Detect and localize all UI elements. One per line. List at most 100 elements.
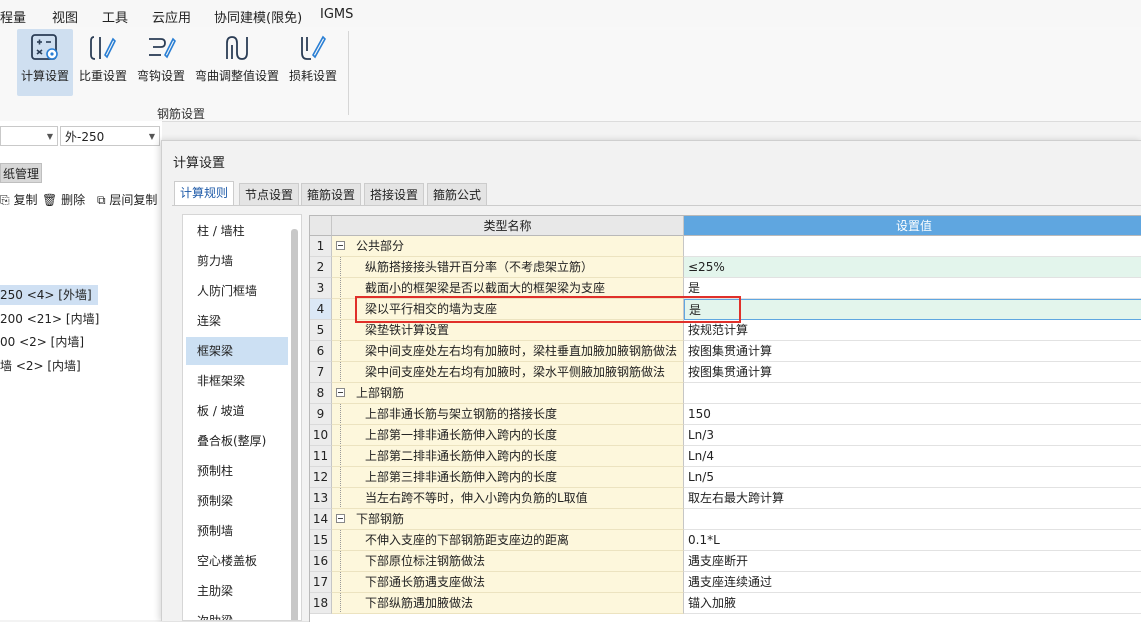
category-item[interactable]: 次肋梁 bbox=[186, 607, 288, 620]
grid-row[interactable]: 15 不伸入支座的下部钢筋距支座边的距离 0.1*L bbox=[310, 530, 1141, 551]
grid-row[interactable]: 17 下部通长筋遇支座做法 遇支座连续通过 bbox=[310, 572, 1141, 593]
component-combo[interactable]: 外-250 ▼ bbox=[60, 126, 160, 146]
tree-line bbox=[340, 572, 342, 592]
category-item-selected[interactable]: 框架梁 bbox=[186, 337, 288, 365]
row-value[interactable] bbox=[684, 383, 1141, 404]
menu-item-quantity[interactable]: 程量 bbox=[0, 7, 26, 26]
collapse-icon[interactable] bbox=[336, 388, 345, 397]
tab-stirrup-settings[interactable]: 箍筋设置 bbox=[301, 183, 362, 205]
collapse-icon[interactable] bbox=[336, 241, 345, 250]
weight-settings-label: 比重设置 bbox=[78, 69, 127, 83]
row-value[interactable] bbox=[684, 509, 1141, 530]
floor-combo[interactable]: ▼ bbox=[0, 126, 58, 146]
grid-row[interactable]: 13 当左右跨不等时，伸入小跨内负筋的L取值 取左右最大跨计算 bbox=[310, 488, 1141, 509]
category-item[interactable]: 非框架梁 bbox=[186, 367, 288, 395]
category-item[interactable]: 人防门框墙 bbox=[186, 277, 288, 305]
row-name-cell: 上部钢筋 bbox=[332, 383, 684, 404]
row-name-cell: 公共部分 bbox=[332, 236, 684, 257]
tab-node-settings[interactable]: 节点设置 bbox=[239, 183, 300, 205]
tab-strip-divider bbox=[172, 205, 1141, 206]
hook-settings-button[interactable]: 弯钩设置 bbox=[133, 29, 189, 96]
row-value[interactable]: 按图集贯通计算 bbox=[684, 362, 1141, 383]
grid-row[interactable]: 11 上部第二排非通长筋伸入跨内的长度 Ln/4 bbox=[310, 446, 1141, 467]
floor-copy-button[interactable]: ⧉ 层间复制 bbox=[97, 191, 157, 208]
grid-row[interactable]: 7 梁中间支座处左右均有加腋时，梁水平侧腋加腋钢筋做法 按图集贯通计算 bbox=[310, 362, 1141, 383]
row-name-cell: 梁中间支座处左右均有加腋时，梁柱垂直加腋加腋钢筋做法 bbox=[332, 341, 684, 362]
delete-button[interactable]: 🗑 删除 bbox=[42, 191, 85, 208]
grid-row[interactable]: 5 梁垫铁计算设置 按规范计算 bbox=[310, 320, 1141, 341]
grid-row[interactable]: 12 上部第三排非通长筋伸入跨内的长度 Ln/5 bbox=[310, 467, 1141, 488]
drawing-management-tab[interactable]: 纸管理 bbox=[0, 163, 42, 183]
row-value[interactable]: 取左右最大跨计算 bbox=[684, 488, 1141, 509]
row-value[interactable]: 是 bbox=[684, 278, 1141, 299]
category-item[interactable]: 剪力墙 bbox=[186, 247, 288, 275]
category-item[interactable]: 空心楼盖板 bbox=[186, 547, 288, 575]
category-item[interactable]: 柱 / 墙柱 bbox=[186, 217, 288, 245]
tab-lap-settings[interactable]: 搭接设置 bbox=[364, 183, 425, 205]
grid-group-row[interactable]: 1 公共部分 bbox=[310, 236, 1141, 257]
menu-item-igms[interactable]: IGMS bbox=[320, 7, 353, 22]
collapse-icon[interactable] bbox=[336, 514, 345, 523]
category-item[interactable]: 连梁 bbox=[186, 307, 288, 335]
loss-settings-button[interactable]: 损耗设置 bbox=[286, 29, 340, 96]
row-value[interactable]: Ln/3 bbox=[684, 425, 1141, 446]
row-name: 不伸入支座的下部钢筋距支座边的距离 bbox=[365, 533, 570, 547]
row-value[interactable]: Ln/4 bbox=[684, 446, 1141, 467]
wall-list-item[interactable]: 墙 <2> [内墙] bbox=[0, 356, 87, 376]
row-value[interactable]: 按规范计算 bbox=[684, 320, 1141, 341]
row-name: 下部原位标注钢筋做法 bbox=[365, 554, 486, 568]
category-item[interactable]: 板 / 坡道 bbox=[186, 397, 288, 425]
row-number: 12 bbox=[310, 467, 332, 488]
row-number: 11 bbox=[310, 446, 332, 467]
row-value[interactable]: ≤25% bbox=[684, 257, 1141, 278]
tree-line bbox=[340, 362, 342, 382]
wall-list-item[interactable]: 250 <4> [外墙] bbox=[0, 285, 98, 305]
row-name: 上部非通长筋与架立钢筋的搭接长度 bbox=[365, 407, 558, 421]
category-scrollbar[interactable] bbox=[291, 229, 298, 620]
row-value[interactable]: 遇支座断开 bbox=[684, 551, 1141, 572]
grid-row[interactable]: 10 上部第一排非通长筋伸入跨内的长度 Ln/3 bbox=[310, 425, 1141, 446]
row-value[interactable]: 150 bbox=[684, 404, 1141, 425]
row-number: 6 bbox=[310, 341, 332, 362]
grid-row[interactable]: 2 纵筋搭接接头错开百分率（不考虑架立筋） ≤25% bbox=[310, 257, 1141, 278]
row-name: 下部钢筋 bbox=[356, 512, 405, 526]
menu-item-tools[interactable]: 工具 bbox=[102, 7, 128, 26]
row-value[interactable] bbox=[684, 236, 1141, 257]
row-value[interactable]: 是 bbox=[684, 299, 1141, 320]
row-value[interactable]: 遇支座连续通过 bbox=[684, 572, 1141, 593]
row-name-cell: 上部第一排非通长筋伸入跨内的长度 bbox=[332, 425, 684, 446]
grid-row[interactable]: 9 上部非通长筋与架立钢筋的搭接长度 150 bbox=[310, 404, 1141, 425]
menu-item-cloud[interactable]: 云应用 bbox=[152, 7, 191, 26]
row-name-cell: 梁中间支座处左右均有加腋时，梁水平侧腋加腋钢筋做法 bbox=[332, 362, 684, 383]
weight-settings-button[interactable]: 比重设置 bbox=[76, 29, 130, 96]
wall-list-item[interactable]: 00 <2> [内墙] bbox=[0, 332, 90, 352]
category-item[interactable]: 预制梁 bbox=[186, 487, 288, 515]
grid-row[interactable]: 6 梁中间支座处左右均有加腋时，梁柱垂直加腋加腋钢筋做法 按图集贯通计算 bbox=[310, 341, 1141, 362]
copy-button[interactable]: ⎘ 复制 bbox=[0, 191, 37, 208]
category-item[interactable]: 主肋梁 bbox=[186, 577, 288, 605]
row-number: 10 bbox=[310, 425, 332, 446]
row-value[interactable]: 按图集贯通计算 bbox=[684, 341, 1141, 362]
row-name: 上部第三排非通长筋伸入跨内的长度 bbox=[365, 470, 558, 484]
menu-item-collab[interactable]: 协同建模(限免) bbox=[214, 7, 302, 26]
calc-settings-button[interactable]: 计算设置 bbox=[17, 29, 73, 96]
grid-row[interactable]: 18 下部纵筋遇加腋做法 锚入加腋 bbox=[310, 593, 1141, 614]
menu-item-view[interactable]: 视图 bbox=[52, 7, 78, 26]
category-item[interactable]: 预制墙 bbox=[186, 517, 288, 545]
row-number: 16 bbox=[310, 551, 332, 572]
grid-group-row[interactable]: 8 上部钢筋 bbox=[310, 383, 1141, 404]
tab-calc-rules[interactable]: 计算规则 bbox=[174, 181, 235, 206]
row-value[interactable]: Ln/5 bbox=[684, 467, 1141, 488]
category-item[interactable]: 叠合板(整厚) bbox=[186, 427, 288, 455]
row-value[interactable]: 0.1*L bbox=[684, 530, 1141, 551]
category-item[interactable]: 预制柱 bbox=[186, 457, 288, 485]
component-combo-value: 外-250 bbox=[65, 130, 105, 144]
grid-row[interactable]: 16 下部原位标注钢筋做法 遇支座断开 bbox=[310, 551, 1141, 572]
row-value[interactable]: 锚入加腋 bbox=[684, 593, 1141, 614]
row-name-cell: 下部钢筋 bbox=[332, 509, 684, 530]
grid-group-row[interactable]: 14 下部钢筋 bbox=[310, 509, 1141, 530]
bend-adjust-button[interactable]: 弯曲调整值设置 bbox=[193, 29, 281, 96]
dialog-title: 计算设置 bbox=[173, 156, 226, 171]
wall-list-item[interactable]: 200 <21> [内墙] bbox=[0, 309, 105, 329]
tab-stirrup-formula[interactable]: 箍筋公式 bbox=[427, 183, 488, 205]
